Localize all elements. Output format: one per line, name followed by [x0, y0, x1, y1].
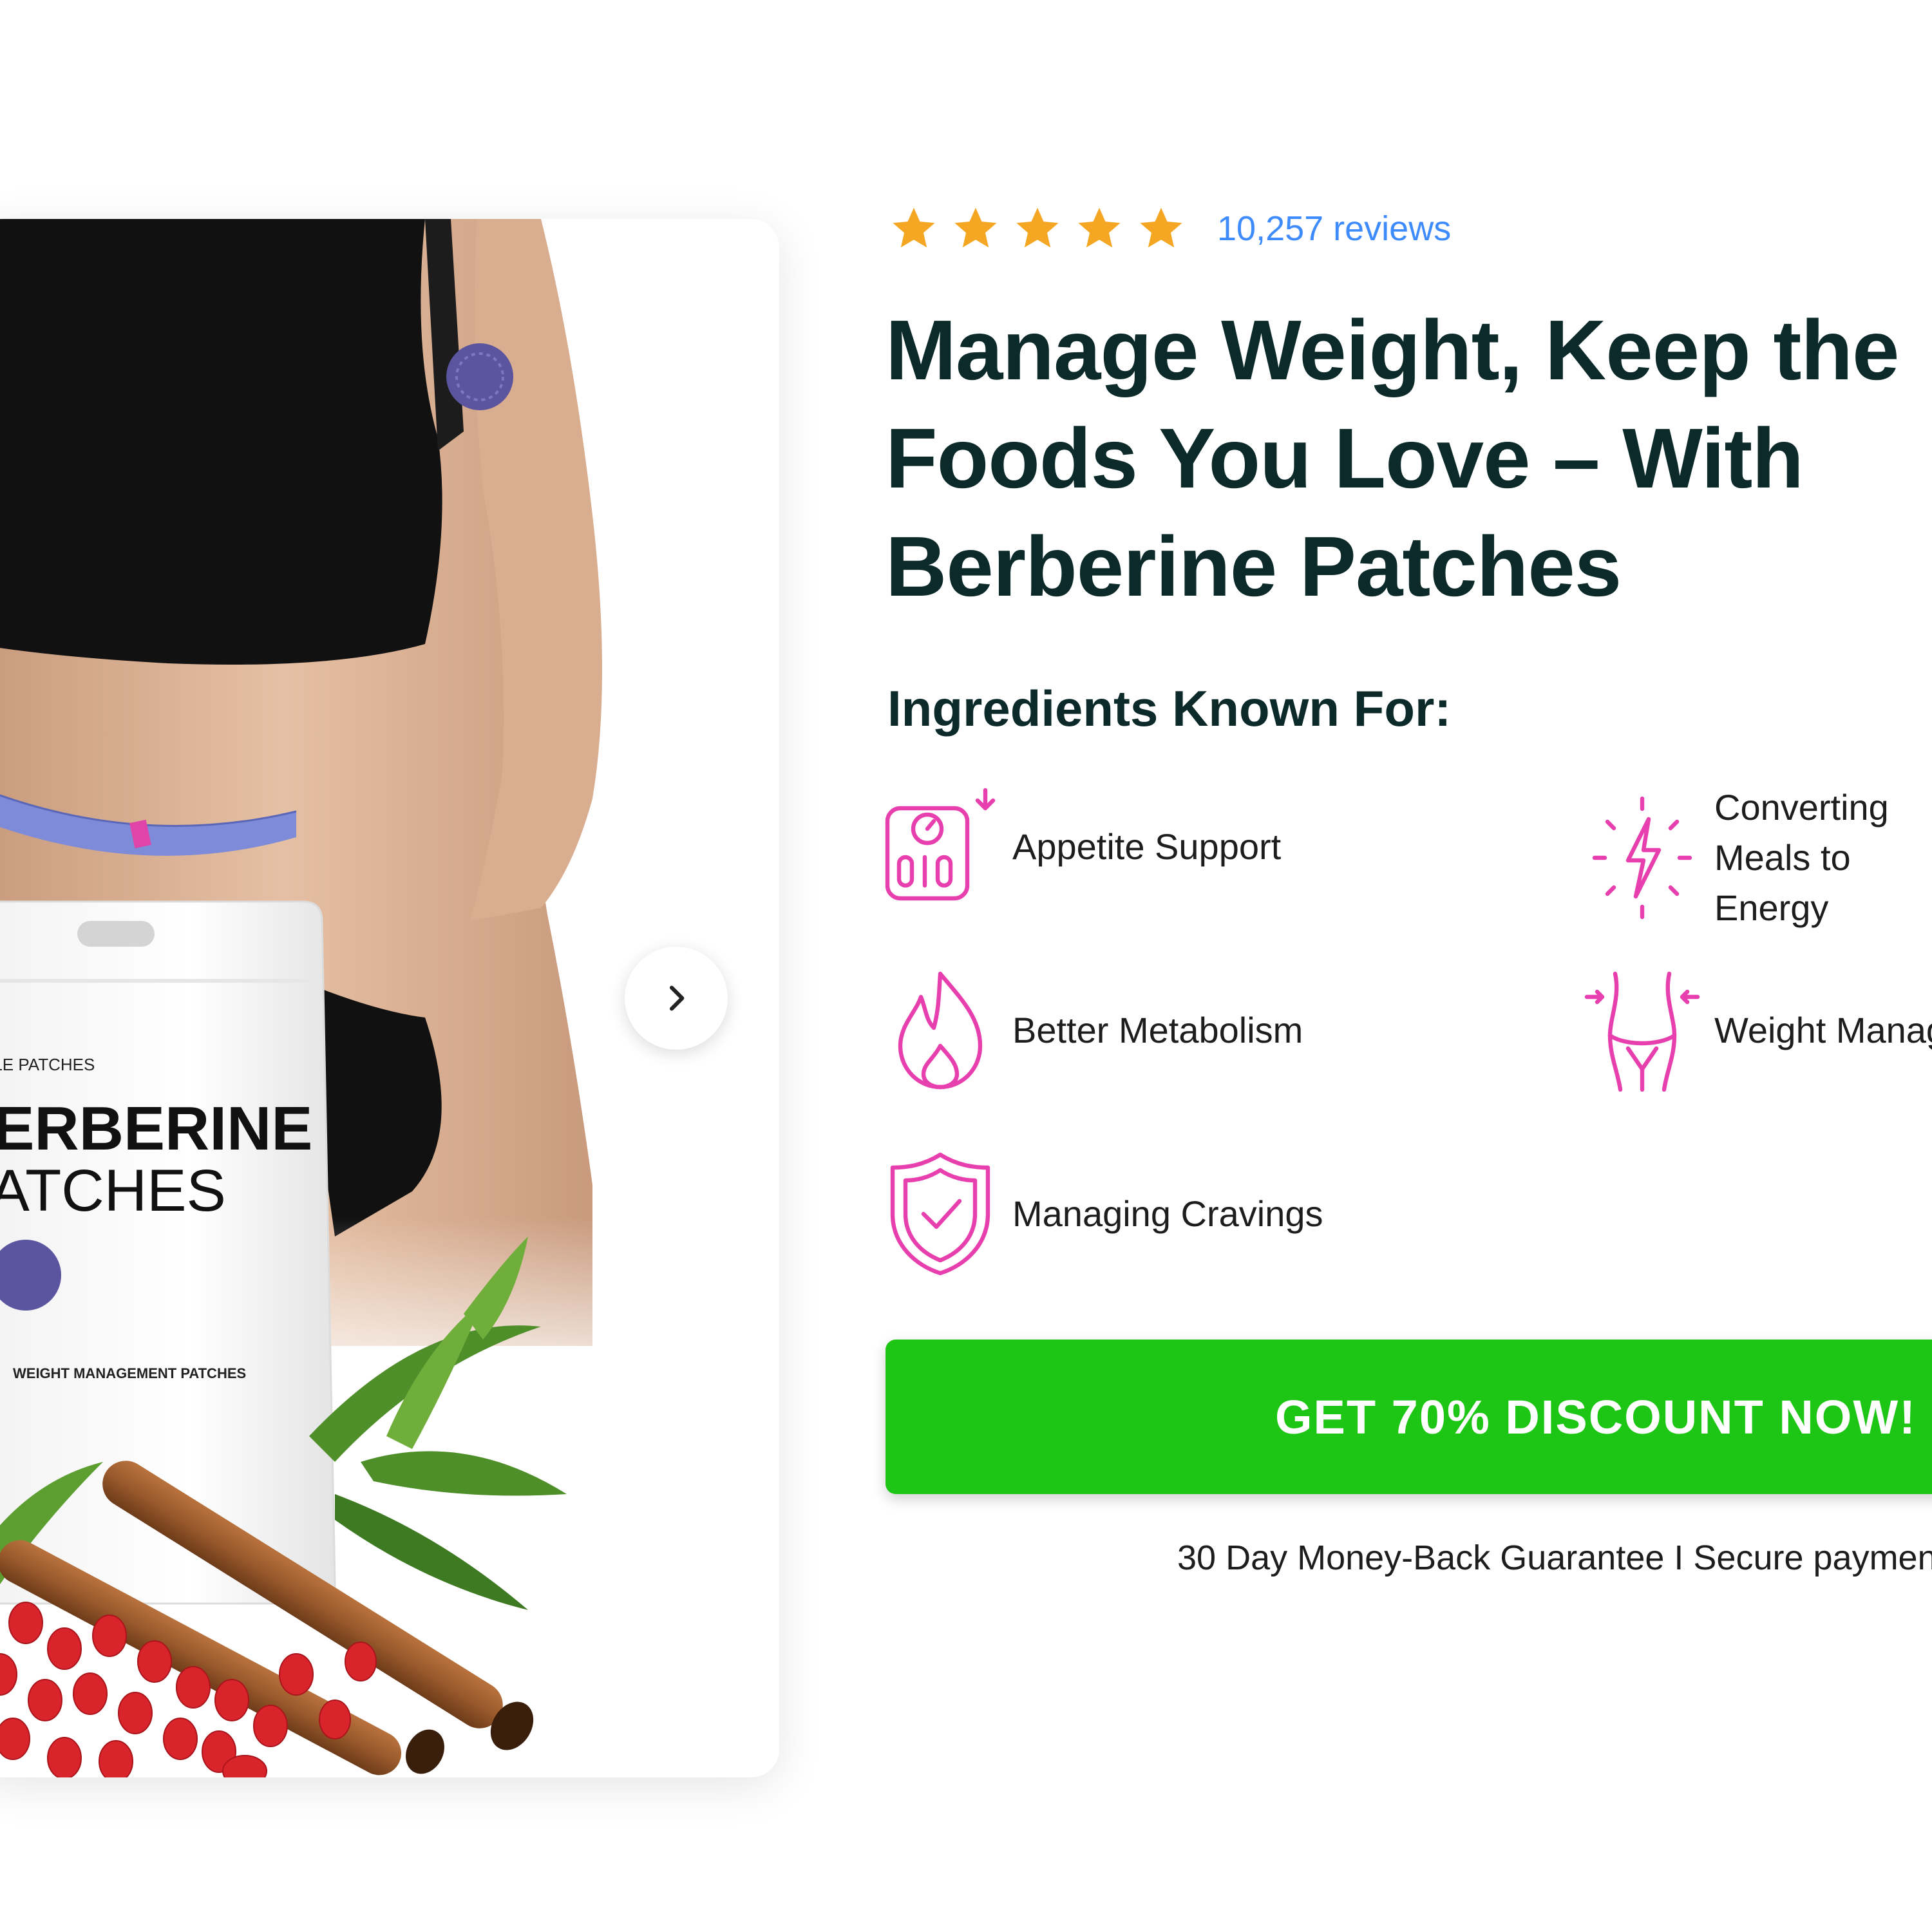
ingredients-heading: Ingredients Known For:	[887, 680, 1452, 737]
product-page: SUBTLE PATCHES BERBERINE PATCHES WEIGHT …	[0, 0, 1932, 1932]
waist-icon	[1584, 971, 1700, 1092]
benefit-label: Appetite Support	[1012, 826, 1282, 867]
scale-icon	[885, 788, 996, 901]
lightning-icon	[1592, 796, 1692, 920]
benefit-label: Weight Management	[1714, 1010, 1932, 1050]
benefit-label: Better Metabolism	[1012, 1010, 1303, 1050]
star-icon	[1016, 207, 1059, 248]
reviews-link[interactable]: 10,257 reviews	[1217, 209, 1451, 249]
next-image-button[interactable]	[625, 947, 728, 1050]
cta-label: GET 70% DISCOUNT NOW!	[1275, 1390, 1917, 1444]
guarantee-text: 30 Day Money-Back Guarantee I Secure pay…	[1177, 1539, 1932, 1577]
benefit-managing-cravings: Managing Cravings	[882, 1150, 1323, 1278]
benefit-label: Converting Meals to Energy	[1714, 787, 1889, 928]
benefit-label: Managing Cravings	[1012, 1193, 1323, 1234]
star-icon	[1140, 207, 1182, 248]
benefit-converting-meals: Converting Meals to Energy	[1584, 782, 1932, 933]
product-gallery: SUBTLE PATCHES BERBERINE PATCHES WEIGHT …	[0, 219, 779, 1777]
star-icon	[893, 207, 935, 248]
rating-row: 10,257 reviews	[889, 200, 1451, 258]
package-tagline: WEIGHT MANAGEMENT PATCHES	[13, 1365, 246, 1381]
shield-check-icon	[890, 1152, 990, 1276]
star-icon	[954, 207, 997, 248]
product-headline: Manage Weight, Keep the Foods You Love –…	[886, 303, 1899, 614]
chevron-right-icon	[669, 985, 685, 1011]
package-title: BERBERINE	[0, 1094, 312, 1163]
benefit-better-metabolism: Better Metabolism	[882, 966, 1303, 1095]
package-subtitle: PATCHES	[0, 1158, 226, 1224]
star-icon	[1078, 207, 1121, 248]
benefit-weight-management: Weight Management	[1584, 966, 1932, 1095]
get-discount-button[interactable]: GET 70% DISCOUNT NOW!	[886, 1340, 1932, 1494]
flame-icon	[898, 971, 983, 1090]
package-brand: SUBTLE PATCHES	[0, 1055, 95, 1074]
star-rating	[889, 204, 1186, 254]
benefit-appetite-support: Appetite Support	[882, 782, 1281, 911]
